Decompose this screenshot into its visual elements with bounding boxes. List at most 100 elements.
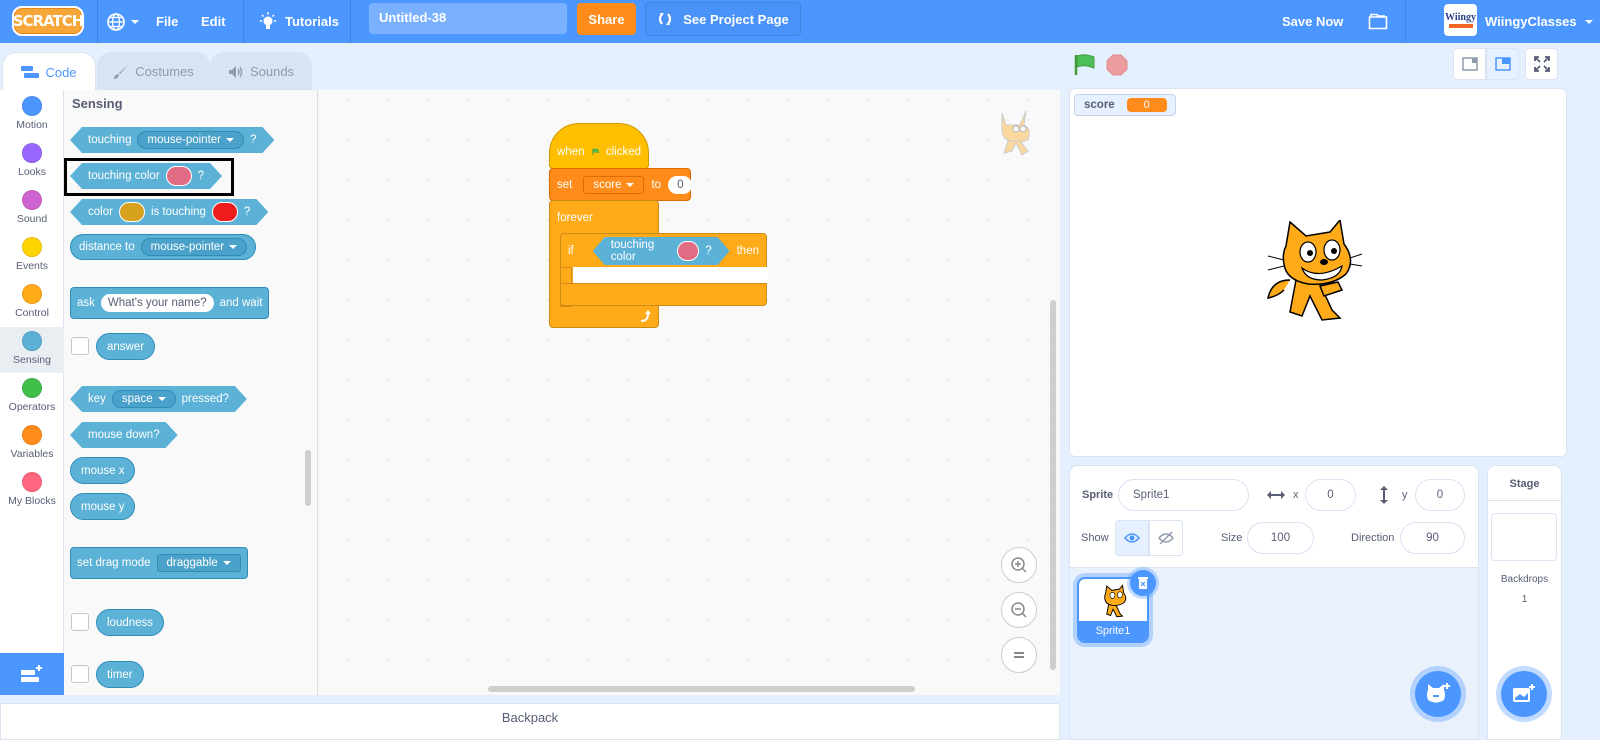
- cat-sprite[interactable]: [1262, 220, 1364, 326]
- remix-arrows-icon: [659, 13, 672, 25]
- extension-icon: [21, 665, 42, 682]
- direction-input[interactable]: 90: [1400, 522, 1465, 554]
- loudness-checkbox[interactable]: [71, 613, 89, 631]
- tab-sounds[interactable]: Sounds: [210, 52, 312, 90]
- category-events[interactable]: Events: [0, 233, 64, 279]
- workspace-vertical-scrollbar[interactable]: [1050, 300, 1056, 670]
- stage-title: Stage: [1509, 478, 1540, 490]
- small-stage-icon: [1461, 57, 1478, 71]
- account-menu[interactable]: WiingyClasses: [1485, 0, 1593, 43]
- color-swatch[interactable]: [119, 202, 145, 222]
- zoom-out-button[interactable]: [1001, 592, 1037, 628]
- backdrops-label: Backdrops: [1500, 574, 1549, 585]
- share-button[interactable]: Share: [577, 3, 636, 35]
- block-mouse-x[interactable]: mouse x: [70, 457, 136, 484]
- color-swatch[interactable]: [212, 202, 238, 222]
- fullscreen-icon: [1533, 56, 1550, 72]
- block-set-drag-mode[interactable]: set drag mode draggable: [70, 547, 248, 579]
- avatar[interactable]: Wiingy: [1444, 4, 1477, 36]
- tab-costumes[interactable]: Costumes: [97, 52, 210, 90]
- if-then-block[interactable]: if touching color ? then: [560, 233, 767, 268]
- looks-dot-icon: [22, 143, 42, 163]
- see-project-page-button[interactable]: See Project Page: [645, 2, 801, 36]
- palette-scrollbar[interactable]: [305, 450, 311, 506]
- ask-text-input[interactable]: What's your name?: [100, 294, 214, 312]
- show-sprite-button[interactable]: [1115, 520, 1149, 556]
- variable-dropdown[interactable]: score: [583, 175, 645, 194]
- hide-sprite-button[interactable]: [1149, 520, 1183, 556]
- when-flag-clicked-block[interactable]: when clicked: [549, 123, 649, 169]
- backpack[interactable]: Backpack: [0, 703, 1060, 740]
- block-mouse-down[interactable]: mouse down?: [70, 422, 178, 448]
- block-timer[interactable]: timer: [96, 661, 144, 688]
- block-color-is-touching[interactable]: color is touching ?: [70, 199, 268, 225]
- distance-target-dropdown[interactable]: mouse-pointer: [140, 238, 248, 256]
- block-distance-to[interactable]: distance to mouse-pointer: [70, 234, 257, 260]
- zoom-reset-button[interactable]: [1001, 637, 1037, 673]
- eye-slash-icon: [1158, 531, 1174, 545]
- set-variable-block[interactable]: set score to 0: [549, 168, 693, 201]
- stop-button[interactable]: [1106, 54, 1128, 76]
- timer-checkbox[interactable]: [71, 665, 89, 683]
- category-label: Events: [15, 260, 49, 272]
- category-motion[interactable]: Motion: [0, 92, 64, 138]
- touching-target-dropdown[interactable]: mouse-pointer: [137, 131, 244, 149]
- scratch-logo[interactable]: SCRATCH: [12, 6, 84, 36]
- x-position-input[interactable]: 0: [1305, 479, 1356, 511]
- block-touching[interactable]: touching mouse-pointer ?: [70, 127, 274, 153]
- tab-code[interactable]: Code: [2, 52, 96, 91]
- backdrop-thumbnail[interactable]: [1491, 513, 1557, 561]
- block-mouse-y[interactable]: mouse y: [70, 493, 136, 520]
- score-monitor[interactable]: score 0: [1074, 94, 1176, 116]
- add-extension-button[interactable]: [0, 653, 64, 695]
- y-position-input[interactable]: 0: [1415, 479, 1465, 511]
- key-dropdown[interactable]: space: [112, 390, 176, 408]
- color-swatch[interactable]: [677, 241, 699, 261]
- trash-icon: [1138, 577, 1148, 589]
- category-sensing[interactable]: Sensing: [0, 327, 64, 373]
- size-input[interactable]: 100: [1247, 522, 1314, 554]
- green-flag-button[interactable]: [1073, 53, 1097, 77]
- project-title-input[interactable]: Untitled-38: [369, 3, 567, 34]
- divider: [97, 0, 98, 43]
- answer-checkbox[interactable]: [71, 337, 89, 355]
- add-backdrop-button[interactable]: [1501, 671, 1547, 717]
- save-now-button[interactable]: Save Now: [1282, 0, 1343, 43]
- block-ask-and-wait[interactable]: ask What's your name? and wait: [70, 287, 270, 319]
- category-sound[interactable]: Sound: [0, 186, 64, 232]
- small-stage-button[interactable]: [1453, 48, 1486, 80]
- tutorials-button[interactable]: Tutorials: [259, 0, 339, 43]
- drag-mode-dropdown[interactable]: draggable: [156, 554, 241, 572]
- edit-menu[interactable]: Edit: [201, 0, 226, 43]
- add-sprite-button[interactable]: [1415, 671, 1461, 717]
- block-answer[interactable]: answer: [96, 333, 156, 360]
- block-key-pressed[interactable]: key space pressed?: [70, 386, 247, 412]
- large-stage-button[interactable]: [1486, 48, 1519, 80]
- category-control[interactable]: Control: [0, 280, 64, 326]
- category-label: Operators: [8, 401, 56, 413]
- category-variables[interactable]: Variables: [0, 421, 64, 467]
- chevron-down-icon: [626, 182, 635, 187]
- zoom-in-button[interactable]: [1001, 547, 1037, 583]
- category-looks[interactable]: Looks: [0, 139, 64, 185]
- touching-color-condition[interactable]: touching color ?: [593, 237, 730, 265]
- block-label: clicked: [605, 146, 641, 158]
- set-value-input[interactable]: 0: [668, 175, 693, 194]
- category-my-blocks[interactable]: My Blocks: [0, 468, 64, 514]
- delete-sprite-button[interactable]: [1130, 570, 1156, 596]
- motion-dot-icon: [22, 96, 42, 116]
- block-loudness[interactable]: loudness: [96, 609, 165, 636]
- workspace-horizontal-scrollbar[interactable]: [488, 686, 915, 692]
- brush-icon: [114, 64, 129, 79]
- file-menu[interactable]: File: [156, 0, 178, 43]
- language-menu[interactable]: [106, 0, 139, 43]
- my-stuff-button[interactable]: [1368, 0, 1388, 43]
- variables-dot-icon: [22, 425, 42, 445]
- category-operators[interactable]: Operators: [0, 374, 64, 420]
- sound-dot-icon: [22, 190, 42, 210]
- direction-label: Direction: [1351, 532, 1395, 544]
- fullscreen-button[interactable]: [1525, 48, 1558, 80]
- sprite-name-input[interactable]: Sprite1: [1118, 479, 1249, 511]
- show-label: Show: [1081, 532, 1109, 544]
- sprite-watermark-icon: [1001, 110, 1030, 156]
